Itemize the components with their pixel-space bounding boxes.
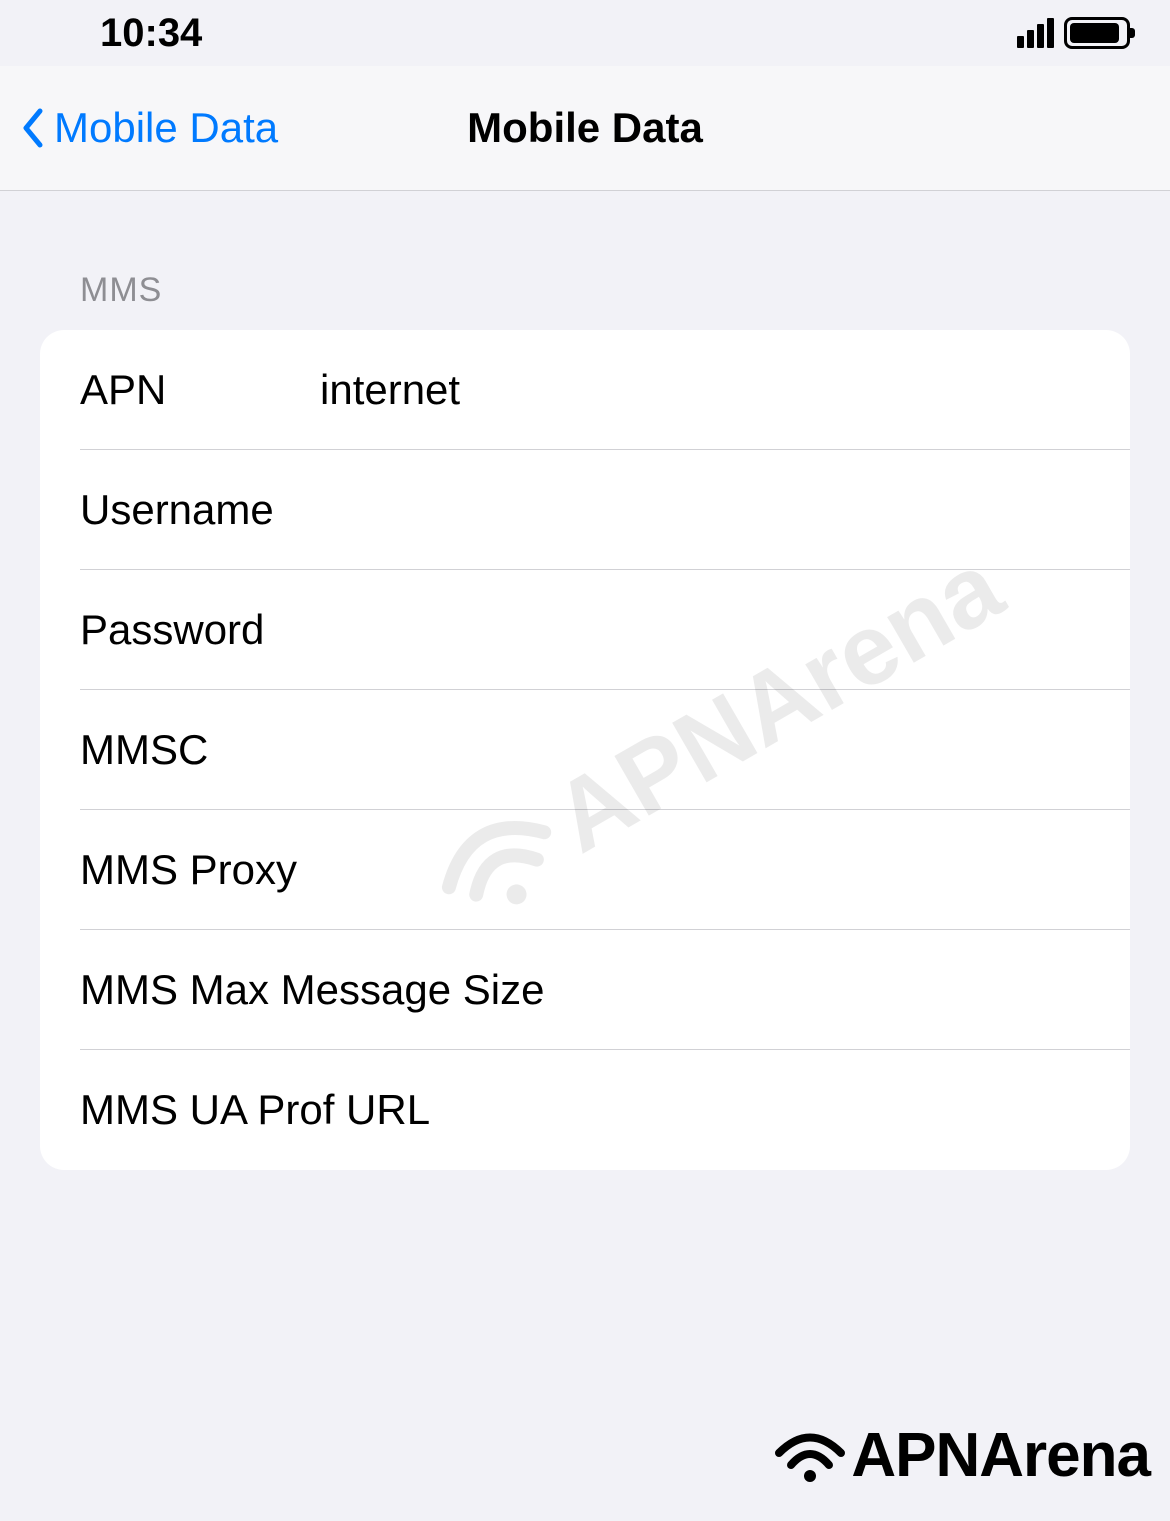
row-apn[interactable]: APN [40,330,1130,450]
row-mms-proxy[interactable]: MMS Proxy [40,810,1130,930]
label-mms-ua-prof: MMS UA Prof URL [80,1086,549,1134]
label-mmsc: MMSC [80,726,320,774]
row-mms-max-size[interactable]: MMS Max Message Size [40,930,1130,1050]
cellular-signal-icon [1017,18,1054,48]
input-mms-max-size[interactable] [549,966,1090,1014]
label-password: Password [80,606,320,654]
wifi-icon [774,1428,846,1484]
input-mms-ua-prof[interactable] [549,1086,1090,1134]
row-mms-ua-prof[interactable]: MMS UA Prof URL [40,1050,1130,1170]
chevron-back-icon [20,107,44,149]
content-area: MMS APN Username Password MMSC MMS Proxy… [0,191,1170,1170]
input-mms-proxy[interactable] [320,846,1090,894]
label-mms-max-size: MMS Max Message Size [80,966,549,1014]
label-mms-proxy: MMS Proxy [80,846,320,894]
status-time: 10:34 [100,11,202,56]
row-username[interactable]: Username [40,450,1130,570]
back-button[interactable]: Mobile Data [20,104,278,152]
row-mmsc[interactable]: MMSC [40,690,1130,810]
navigation-bar: Mobile Data Mobile Data [0,66,1170,191]
watermark-bottom: APNArena [774,1420,1150,1491]
input-username[interactable] [320,486,1090,534]
settings-group-mms: APN Username Password MMSC MMS Proxy MMS… [40,330,1130,1170]
watermark-logo-text: APNArena [851,1420,1150,1491]
page-title: Mobile Data [467,104,703,152]
input-mmsc[interactable] [320,726,1090,774]
battery-icon [1064,17,1130,49]
section-header-mms: MMS [40,191,1130,330]
label-apn: APN [80,366,320,414]
status-icons [1017,17,1130,49]
back-label: Mobile Data [54,104,278,152]
row-password[interactable]: Password [40,570,1130,690]
label-username: Username [80,486,320,534]
input-password[interactable] [320,606,1090,654]
input-apn[interactable] [320,366,1090,414]
status-bar: 10:34 [0,0,1170,66]
